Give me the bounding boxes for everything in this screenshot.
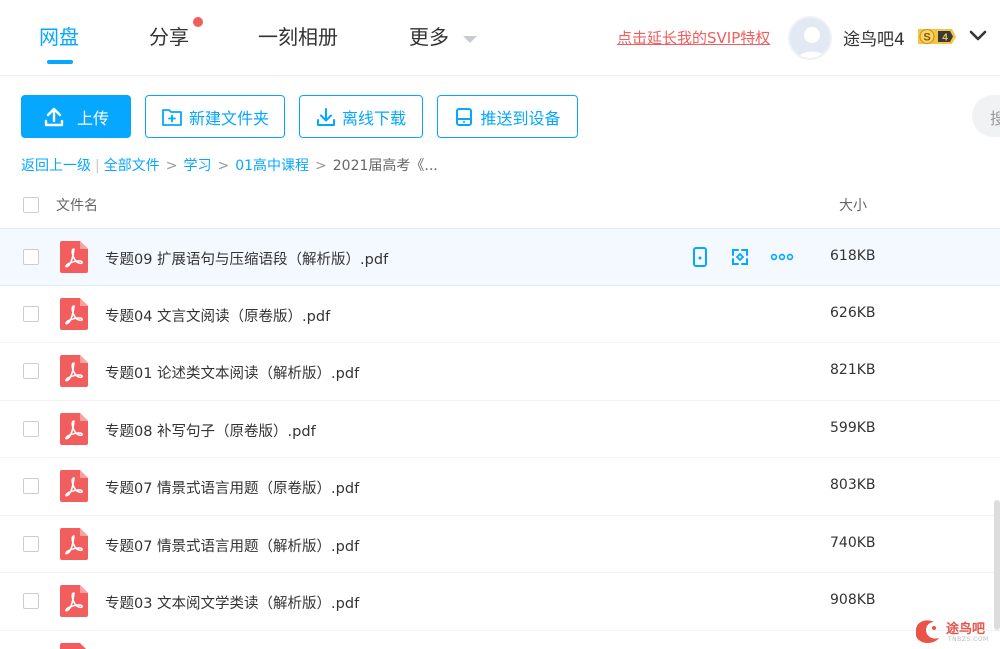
avatar[interactable] [788, 16, 832, 60]
breadcrumb-all-files[interactable]: 全部文件 [104, 158, 160, 174]
svg-text:S: S [923, 32, 930, 44]
pdf-file-icon [60, 412, 88, 445]
tab-netdisk[interactable]: 网盘 [39, 22, 79, 52]
user-avatar-icon [790, 18, 830, 58]
file-name[interactable]: 专题01 论述类文本阅读（解析版）.pdf [105, 362, 359, 383]
file-row[interactable]: 专题07 情景式语言用题（解析版）.pdf 740KB [0, 516, 1000, 573]
row-checkbox[interactable] [23, 363, 39, 379]
notification-dot [193, 17, 203, 27]
offline-download-button[interactable]: 离线下载 [299, 95, 423, 138]
file-size: 803KB [830, 477, 876, 493]
file-name[interactable]: 专题07 情景式语言用题（原卷版）.pdf [105, 477, 359, 498]
select-all-checkbox[interactable] [23, 197, 39, 213]
pdf-file-icon [60, 642, 87, 649]
breadcrumb-high-school[interactable]: 01高中课程 [235, 158, 309, 174]
file-row[interactable]: 专题01 论述类文本阅读（解析版）.pdf 821KB [0, 343, 1000, 401]
device-icon [456, 107, 473, 126]
file-name[interactable]: 专题04 文言文阅读（原卷版）.pdf [105, 305, 330, 326]
file-size: 599KB [830, 419, 876, 436]
row-checkbox[interactable] [23, 420, 39, 437]
caret-down-icon[interactable] [463, 36, 477, 43]
new-folder-button[interactable]: 新建文件夹 [145, 95, 285, 138]
send-to-phone-icon[interactable] [689, 246, 711, 268]
upload-button[interactable]: 上传 [21, 95, 131, 138]
pdf-file-icon [60, 355, 88, 387]
row-checkbox[interactable] [23, 535, 39, 552]
file-row[interactable]: 专题07 情景式语言用题（原卷版）.pdf 803KB [0, 458, 1000, 516]
folder-plus-icon [162, 108, 182, 126]
pdf-file-icon [60, 585, 88, 617]
file-row-partial[interactable] [0, 631, 1000, 649]
pdf-file-icon [60, 470, 88, 502]
file-name[interactable]: 专题08 补写句子（原卷版）.pdf [105, 420, 316, 441]
breadcrumb: 返回上一级 | 全部文件 > 学习 >01高中课程 >2021届高考《... [21, 158, 438, 174]
upload-icon [44, 107, 64, 126]
tab-more[interactable]: 更多 [409, 22, 449, 52]
svip-renew-link[interactable]: 点击延长我的SVIP特权 [617, 27, 770, 48]
file-row[interactable]: 专题03 文本阅文学类读（解析版）.pdf 908KB [0, 573, 1000, 631]
breadcrumb-back-link[interactable]: 返回上一级 [21, 158, 91, 174]
column-header-size[interactable]: 大小 [839, 195, 867, 215]
scrollbar[interactable] [994, 500, 1000, 630]
file-list-header: 文件名 大小 [0, 188, 1000, 222]
active-tab-indicator [47, 60, 73, 64]
file-size: 626KB [830, 304, 876, 321]
file-row[interactable]: 专题04 文言文阅读（原卷版）.pdf 626KB [0, 286, 1000, 343]
row-checkbox[interactable] [23, 593, 39, 609]
file-list: 专题09 扩展语句与压缩语段（解析版）.pdf 618KB 专题04 文言文阅读… [0, 228, 1000, 649]
pdf-file-icon [60, 241, 88, 273]
bird-logo-icon [916, 620, 939, 643]
share-link-icon[interactable] [729, 246, 751, 268]
file-name[interactable]: 专题07 情景式语言用题（解析版）.pdf [105, 535, 359, 556]
row-checkbox[interactable] [23, 305, 39, 322]
file-row[interactable]: 专题08 补写句子（原卷版）.pdf 599KB [0, 401, 1000, 458]
site-watermark: 途鸟吧 TNBZS.COM [912, 616, 996, 649]
chevron-down-icon[interactable] [968, 26, 988, 46]
download-icon [316, 107, 335, 126]
file-size: 740KB [830, 534, 876, 551]
tab-share[interactable]: 分享 [149, 22, 189, 52]
search-input[interactable]: 搜 [972, 95, 1000, 137]
more-options-icon[interactable] [770, 246, 794, 268]
file-size: 821KB [830, 362, 876, 378]
file-size: 618KB [830, 248, 876, 264]
row-checkbox[interactable] [23, 478, 39, 494]
file-name[interactable]: 专题03 文本阅文学类读（解析版）.pdf [105, 592, 359, 613]
breadcrumb-current: 2021届高考《... [332, 158, 438, 174]
column-header-name[interactable]: 文件名 [56, 195, 98, 215]
file-name[interactable]: 专题09 扩展语句与压缩语段（解析版）.pdf [105, 248, 388, 269]
row-checkbox[interactable] [23, 249, 39, 265]
vip-level-badge: S 4 [916, 27, 956, 46]
breadcrumb-study[interactable]: 学习 [183, 158, 211, 174]
pdf-file-icon [60, 297, 88, 330]
push-to-device-button[interactable]: 推送到设备 [437, 95, 578, 138]
tab-photo-album[interactable]: 一刻相册 [258, 22, 338, 52]
file-size: 908KB [830, 592, 876, 608]
file-row[interactable]: 专题09 扩展语句与压缩语段（解析版）.pdf 618KB [0, 228, 1000, 286]
username[interactable]: 途鸟吧4 [843, 25, 905, 50]
svip-badge-icon: S 4 [918, 29, 956, 44]
pdf-file-icon [60, 527, 88, 560]
top-navigation-bar: 网盘 分享 一刻相册 更多 点击延长我的SVIP特权 途鸟吧4 S 4 [0, 0, 1000, 76]
svg-text:4: 4 [942, 33, 948, 44]
